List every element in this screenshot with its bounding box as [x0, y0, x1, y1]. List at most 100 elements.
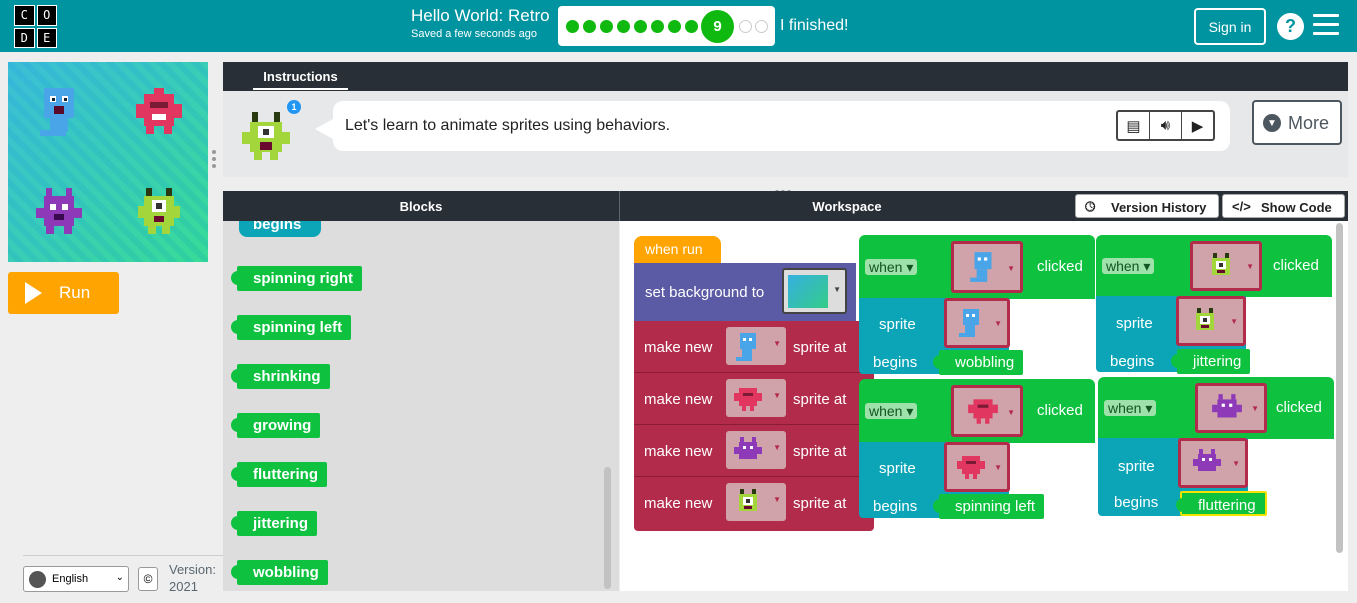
- behavior-block[interactable]: shrinking: [231, 364, 330, 389]
- when-label: when: [869, 259, 903, 275]
- blocks-header: Blocks: [399, 198, 443, 214]
- blocks-toolbox[interactable]: begins spinning right spinning left shri…: [223, 221, 619, 591]
- hint-count-badge[interactable]: 1: [287, 100, 301, 114]
- level-progress: 9: [558, 6, 775, 46]
- resize-handle[interactable]: [212, 150, 216, 171]
- when-dropdown[interactable]: when ▾: [865, 259, 918, 275]
- level-dot[interactable]: [600, 20, 613, 33]
- level-dot[interactable]: [583, 20, 596, 33]
- run-button[interactable]: Run: [8, 272, 119, 314]
- chevron-down-icon: ▼: [773, 495, 781, 504]
- level-dot[interactable]: [651, 20, 664, 33]
- more-button[interactable]: ▼ More: [1252, 100, 1342, 145]
- color-picker[interactable]: ▼: [782, 268, 847, 314]
- hamburger-menu-icon[interactable]: [1313, 14, 1339, 36]
- workspace-scrollbar[interactable]: [1336, 223, 1343, 553]
- behavior-block[interactable]: wobbling: [231, 560, 328, 585]
- sprite-picker[interactable]: ▼: [726, 431, 786, 469]
- language-select[interactable]: English ⌄: [23, 566, 129, 592]
- when-dropdown[interactable]: when ▾: [1104, 400, 1157, 416]
- red-monster-icon: [136, 88, 182, 134]
- logo-letter: O: [36, 5, 57, 26]
- level-dot[interactable]: [566, 20, 579, 33]
- sprite-at-label: sprite at: [793, 391, 847, 408]
- sprite-picker[interactable]: ▼: [944, 442, 1010, 492]
- toolbox-block[interactable]: begins: [239, 221, 321, 237]
- when-clicked-block[interactable]: when ▾ ▼ clicked: [859, 235, 1095, 299]
- sprite-picker[interactable]: ▼: [1190, 241, 1262, 291]
- run-label: Run: [59, 283, 91, 302]
- clicked-label: clicked: [1276, 399, 1322, 416]
- copyright-button[interactable]: ©: [138, 567, 158, 591]
- game-stage[interactable]: [8, 62, 208, 262]
- make-sprite-block[interactable]: make new ▼ sprite at: [634, 477, 874, 531]
- behavior-block[interactable]: wobbling: [932, 350, 1024, 375]
- green-alien-icon: [1212, 253, 1230, 275]
- when-run-block[interactable]: when run: [634, 236, 721, 264]
- level-dot[interactable]: [668, 20, 681, 33]
- behavior-block[interactable]: jittering: [1170, 349, 1251, 374]
- make-sprite-block[interactable]: make new ▼ sprite at: [634, 373, 874, 425]
- when-clicked-block[interactable]: when ▾ ▼ clicked: [859, 379, 1095, 443]
- behavior-block[interactable]: jittering: [231, 511, 317, 536]
- code-icon: </>: [1232, 199, 1251, 214]
- purple-monster-icon: [36, 188, 82, 234]
- workspace-header: Workspace: [812, 198, 882, 214]
- sprite-picker[interactable]: ▼: [726, 483, 786, 521]
- sprite-picker[interactable]: ▼: [1195, 383, 1267, 433]
- make-sprite-block[interactable]: make new ▼ sprite at: [634, 321, 874, 373]
- sprite-picker[interactable]: ▼: [1176, 296, 1246, 346]
- sprite-picker[interactable]: ▼: [726, 327, 786, 365]
- make-sprites-group: make new ▼ sprite at make new ▼ sprite a…: [634, 321, 874, 531]
- sprite-picker[interactable]: ▼: [951, 385, 1023, 437]
- sprite-picker[interactable]: ▼: [1178, 438, 1248, 488]
- behavior-block[interactable]: spinning left: [230, 315, 352, 340]
- behavior-block[interactable]: spinning left: [932, 494, 1045, 519]
- sprite-picker[interactable]: ▼: [944, 298, 1010, 348]
- sprite-label: sprite: [879, 316, 916, 333]
- sprite-picker[interactable]: ▼: [726, 379, 786, 417]
- sprite-at-label: sprite at: [793, 443, 847, 460]
- volume-icon[interactable]: 🔊︎: [1150, 112, 1182, 139]
- level-dot[interactable]: [634, 20, 647, 33]
- chevron-down-icon: ▼: [1007, 264, 1015, 273]
- code-workspace[interactable]: when run set background to ▼ make new ▼ …: [620, 221, 1348, 591]
- behavior-block[interactable]: growing: [230, 413, 321, 438]
- version-year: 2021: [169, 579, 198, 594]
- behavior-block[interactable]: spinning right: [231, 266, 362, 291]
- level-dot[interactable]: [685, 20, 698, 33]
- blue-ghost-icon: [959, 309, 979, 337]
- current-level-dot[interactable]: 9: [701, 10, 734, 43]
- help-icon[interactable]: ?: [1277, 13, 1304, 40]
- level-dot[interactable]: [617, 20, 630, 33]
- speech-book-icon[interactable]: ▤: [1118, 112, 1150, 139]
- toolbox-scrollbar[interactable]: [604, 467, 611, 589]
- green-alien-icon: [739, 489, 757, 511]
- version-history-button[interactable]: 🕓︎ Version History: [1075, 194, 1219, 218]
- code-org-logo[interactable]: C O D E: [14, 5, 57, 48]
- play-audio-icon[interactable]: ▶: [1182, 112, 1213, 139]
- set-background-block[interactable]: set background to ▼: [634, 263, 856, 321]
- when-dropdown[interactable]: when ▾: [865, 403, 918, 419]
- begins-label: begins: [873, 498, 918, 515]
- instruction-text: Let's learn to animate sprites using beh…: [345, 117, 671, 134]
- sign-in-button[interactable]: Sign in: [1194, 8, 1266, 45]
- level-dot[interactable]: [755, 20, 768, 33]
- make-sprite-block[interactable]: make new ▼ sprite at: [634, 425, 874, 477]
- sprite-picker[interactable]: ▼: [951, 241, 1023, 293]
- red-monster-icon: [957, 456, 985, 479]
- behavior-block[interactable]: fluttering: [1176, 491, 1267, 516]
- make-new-label: make new: [644, 391, 713, 408]
- instruction-bubble: Let's learn to animate sprites using beh…: [315, 101, 1230, 151]
- chevron-down-icon: ▼: [833, 285, 841, 294]
- when-clicked-block[interactable]: when ▾ ▼ clicked: [1098, 377, 1334, 439]
- show-code-label: Show Code: [1261, 200, 1332, 215]
- when-clicked-block[interactable]: when ▾ ▼ clicked: [1096, 235, 1332, 297]
- level-dot[interactable]: [739, 20, 752, 33]
- behavior-block[interactable]: fluttering: [231, 462, 327, 487]
- tab-instructions[interactable]: Instructions: [253, 64, 348, 90]
- i-finished-link[interactable]: I finished!: [780, 17, 848, 35]
- show-code-button[interactable]: </> Show Code: [1222, 194, 1345, 218]
- red-monster-icon: [734, 388, 762, 411]
- when-dropdown[interactable]: when ▾: [1102, 258, 1155, 274]
